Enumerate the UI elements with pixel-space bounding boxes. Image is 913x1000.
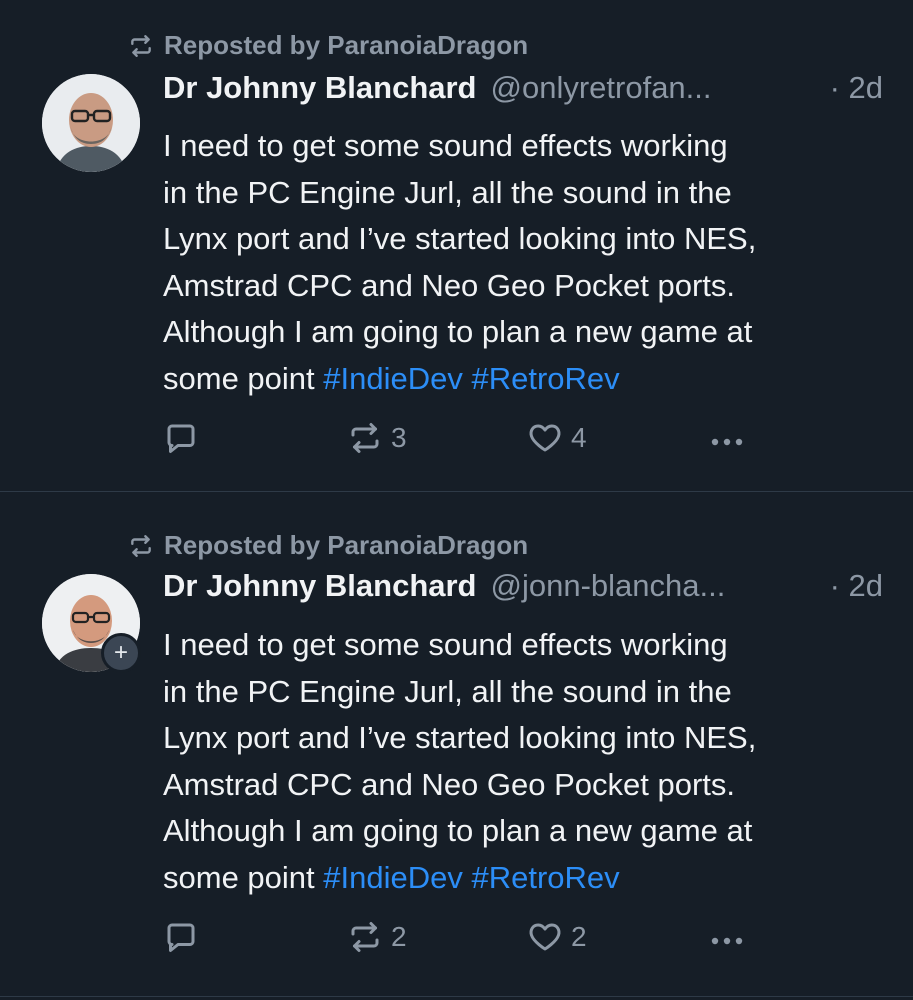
heart-icon [529,424,561,452]
post-text-fragment: some point [163,859,324,895]
repost-button[interactable]: 2 [347,919,407,955]
post-time[interactable]: · 2d [830,568,883,604]
repost-icon [131,534,151,557]
post-header: Dr Johnny Blanchard @jonn-blancha... · 2… [163,568,883,604]
post-text-line: Lynx port and I’ve started looking into … [163,720,757,755]
reply-button[interactable] [163,919,199,955]
post-text-line-last: some point #IndieDev #RetroRev [163,855,883,902]
repost-label: Reposted by ParanoiaDragon [164,530,529,560]
post-header: Dr Johnny Blanchard @onlyretrofan... · 2… [163,70,883,106]
post-text-line: Although I am going to plan a new game a… [163,813,753,848]
post-text-line: I need to get some sound effects working [163,128,728,163]
author-name[interactable]: Dr Johnny Blanchard [163,70,477,106]
more-options-button[interactable] [709,923,745,959]
like-button[interactable]: 2 [527,919,587,955]
follow-button[interactable]: + [101,633,141,673]
like-count: 2 [571,921,587,952]
author-handle[interactable]: @onlyretrofan... [491,70,810,106]
post-actions: 2 2 [163,919,763,959]
avatar[interactable] [42,74,140,172]
post[interactable]: Reposted by ParanoiaDragon + Dr Johnny B… [0,492,913,997]
more-options-button[interactable] [709,424,745,460]
repost-count: 2 [391,921,407,952]
post-text-line: Lynx port and I’ve started looking into … [163,221,757,256]
post-text: I need to get some sound effects working… [163,123,883,402]
like-button[interactable]: 4 [527,420,587,456]
more-icon [711,438,743,446]
avatar-image [42,74,140,172]
repost-icon [131,34,151,57]
post-actions: 3 4 [163,420,763,460]
feed: Reposted by ParanoiaDragon Dr Johnny Bla… [0,0,913,997]
hashtag-link[interactable]: #IndieDev [323,860,463,895]
post-text-line: Although I am going to plan a new game a… [163,314,753,349]
post[interactable]: Reposted by ParanoiaDragon Dr Johnny Bla… [0,0,913,492]
repost-label: Reposted by ParanoiaDragon [164,30,529,60]
post-text: I need to get some sound effects working… [163,622,883,901]
post-text-fragment: some point [163,360,324,396]
repost-icon [351,922,379,952]
post-text-line-last: some point #IndieDev #RetroRev [163,356,883,403]
hashtag-link[interactable]: #IndieDev [323,361,463,396]
repost-button[interactable]: 3 [347,420,407,456]
post-time[interactable]: · 2d [830,70,883,106]
post-text-line: in the PC Engine Jurl, all the sound in … [163,673,732,709]
hashtag-link[interactable]: #RetroRev [471,860,619,895]
repost-count: 3 [391,422,407,453]
hashtag-link[interactable]: #RetroRev [471,361,619,396]
like-count: 4 [571,422,587,453]
post-text-line: in the PC Engine Jurl, all the sound in … [163,174,732,210]
post-text-line: I need to get some sound effects working [163,627,728,662]
author-handle[interactable]: @jonn-blancha... [491,568,810,604]
author-name[interactable]: Dr Johnny Blanchard [163,568,477,604]
post-text-line: Amstrad CPC and Neo Geo Pocket ports. [163,766,736,802]
repost-indicator[interactable]: Reposted by ParanoiaDragon [128,30,528,61]
reply-button[interactable] [163,420,199,456]
reply-icon [167,923,195,952]
repost-icon [351,423,379,453]
repost-indicator[interactable]: Reposted by ParanoiaDragon [128,530,528,561]
heart-icon [529,923,561,951]
more-icon [711,937,743,945]
reply-icon [167,424,195,453]
post-text-line: Amstrad CPC and Neo Geo Pocket ports. [163,267,736,303]
